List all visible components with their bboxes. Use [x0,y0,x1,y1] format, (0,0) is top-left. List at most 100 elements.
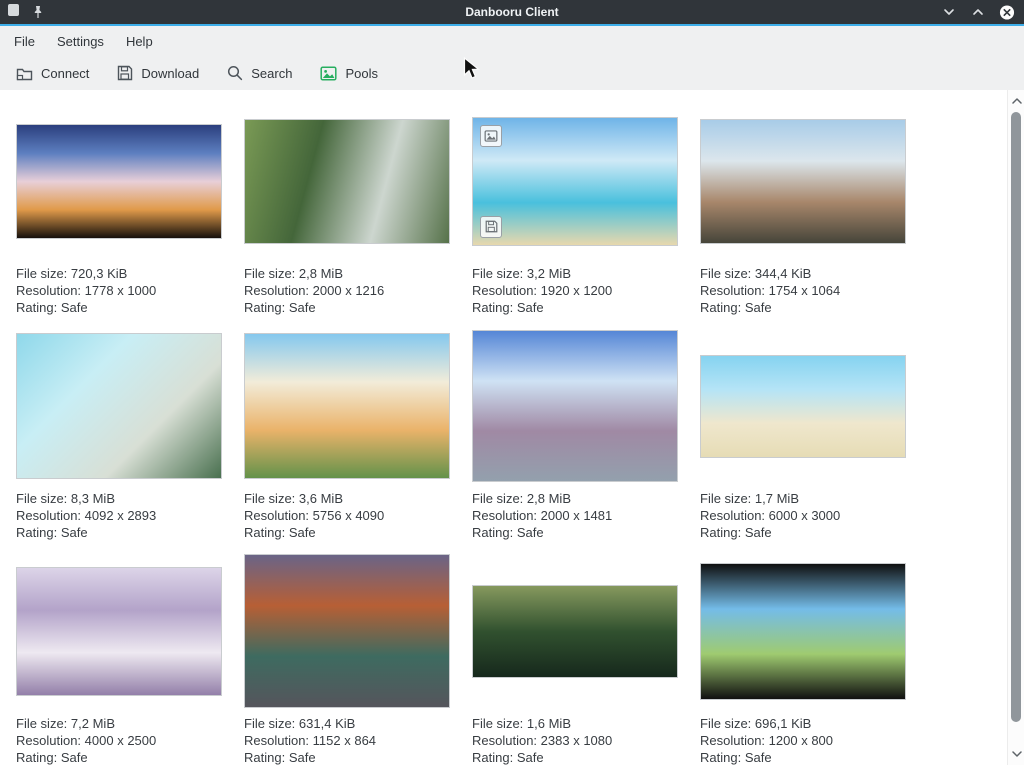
pools-icon [320,66,337,81]
file-size-line: File size: 7,2 MiB [16,715,222,732]
menu-settings[interactable]: Settings [46,30,115,53]
minimize-button[interactable] [941,4,957,20]
post-thumbnail[interactable] [700,119,906,244]
save-image-overlay-button[interactable] [480,216,502,238]
file-size-line: File size: 631,4 KiB [244,715,450,732]
view-image-overlay-button[interactable] [480,125,502,147]
rating-line: Rating: Safe [472,524,678,541]
gallery-item: File size: 3,2 MiB Resolution: 1920 x 12… [472,103,678,316]
rating-line: Rating: Safe [700,524,906,541]
rating-line: Rating: Safe [244,299,450,316]
post-thumbnail[interactable] [16,333,222,479]
close-button[interactable] [999,4,1015,20]
thumbnail-box [16,553,222,709]
menu-file[interactable]: File [14,30,46,53]
rating-line: Rating: Safe [244,524,450,541]
scrollbar-handle[interactable] [1011,112,1021,722]
pin-icon[interactable] [30,4,46,20]
resolution-line: Resolution: 2383 x 1080 [472,732,678,749]
thumbnail-caption: File size: 2,8 MiB Resolution: 2000 x 12… [244,265,450,316]
thumbnail-box [244,103,450,259]
post-thumbnail[interactable] [472,585,678,678]
search-button[interactable]: Search [227,65,292,81]
rating-line: Rating: Safe [16,749,222,765]
resolution-value: 4092 x 2893 [85,508,157,523]
file-size-line: File size: 2,8 MiB [472,490,678,507]
gallery-item: File size: 720,3 KiB Resolution: 1778 x … [16,103,222,316]
file-size-line: File size: 2,8 MiB [244,265,450,282]
thumbnail-box [700,103,906,259]
menu-help[interactable]: Help [115,30,164,53]
file-size-line: File size: 3,2 MiB [472,265,678,282]
resolution-value: 2000 x 1216 [313,283,385,298]
gallery-item: File size: 1,7 MiB Resolution: 6000 x 30… [700,328,906,541]
download-label: Download [141,66,199,81]
resolution-value: 6000 x 3000 [769,508,841,523]
resolution-line: Resolution: 1200 x 800 [700,732,906,749]
post-thumbnail[interactable] [700,355,906,458]
gallery-item: File size: 2,8 MiB Resolution: 2000 x 12… [244,103,450,316]
resolution-line: Resolution: 4000 x 2500 [16,732,222,749]
file-size-value: 720,3 KiB [71,266,127,281]
titlebar: Danbooru Client [0,0,1024,24]
file-size-value: 1,6 MiB [527,716,571,731]
thumbnail-box [16,103,222,259]
post-thumbnail[interactable] [244,333,450,479]
resolution-value: 1778 x 1000 [85,283,157,298]
pools-button[interactable]: Pools [320,66,378,81]
gallery-item: File size: 8,3 MiB Resolution: 4092 x 28… [16,328,222,541]
resolution-value: 5756 x 4090 [313,508,385,523]
download-button[interactable]: Download [117,65,199,81]
file-size-line: File size: 3,6 MiB [244,490,450,507]
download-icon [117,65,133,81]
scroll-up-arrow-icon[interactable] [1008,93,1024,109]
rating-value: Safe [517,300,544,315]
thumbnail-caption: File size: 1,7 MiB Resolution: 6000 x 30… [700,490,906,541]
thumbnail-box [244,553,450,709]
rating-value: Safe [61,525,88,540]
resolution-line: Resolution: 2000 x 1216 [244,282,450,299]
resolution-value: 2383 x 1080 [541,733,613,748]
post-thumbnail[interactable] [700,563,906,700]
gallery-item: File size: 344,4 KiB Resolution: 1754 x … [700,103,906,316]
post-thumbnail[interactable] [16,567,222,696]
resolution-line: Resolution: 1754 x 1064 [700,282,906,299]
post-thumbnail[interactable] [244,119,450,244]
thumbnail-caption: File size: 696,1 KiB Resolution: 1200 x … [700,715,906,765]
rating-line: Rating: Safe [472,299,678,316]
rating-value: Safe [61,300,88,315]
thumbnail-box [472,103,678,259]
post-thumbnail[interactable] [16,124,222,239]
thumbnail-box [472,328,678,484]
resolution-value: 1920 x 1200 [541,283,613,298]
gallery-item: File size: 3,6 MiB Resolution: 5756 x 40… [244,328,450,541]
file-size-value: 696,1 KiB [755,716,811,731]
post-thumbnail[interactable] [244,554,450,708]
post-thumbnail[interactable] [472,330,678,482]
thumbnail-caption: File size: 631,4 KiB Resolution: 1152 x … [244,715,450,765]
file-size-line: File size: 720,3 KiB [16,265,222,282]
rating-value: Safe [289,750,316,765]
post-thumbnail[interactable] [472,117,678,246]
rating-value: Safe [517,525,544,540]
scroll-down-arrow-icon[interactable] [1008,746,1024,762]
resolution-line: Resolution: 4092 x 2893 [16,507,222,524]
gallery-item: File size: 2,8 MiB Resolution: 2000 x 14… [472,328,678,541]
file-size-line: File size: 344,4 KiB [700,265,906,282]
resolution-line: Resolution: 6000 x 3000 [700,507,906,524]
file-size-line: File size: 696,1 KiB [700,715,906,732]
thumbnail-box [700,553,906,709]
thumbnail-box [700,328,906,484]
connect-button[interactable]: Connect [16,66,89,81]
resolution-value: 1200 x 800 [769,733,833,748]
maximize-button[interactable] [970,4,986,20]
pools-label: Pools [345,66,378,81]
file-size-value: 7,2 MiB [71,716,115,731]
search-label: Search [251,66,292,81]
thumbnail-caption: File size: 2,8 MiB Resolution: 2000 x 14… [472,490,678,541]
thumbnail-caption: File size: 344,4 KiB Resolution: 1754 x … [700,265,906,316]
rating-line: Rating: Safe [700,299,906,316]
file-size-value: 631,4 KiB [299,716,355,731]
scrollbar[interactable] [1007,90,1024,765]
file-size-line: File size: 1,7 MiB [700,490,906,507]
